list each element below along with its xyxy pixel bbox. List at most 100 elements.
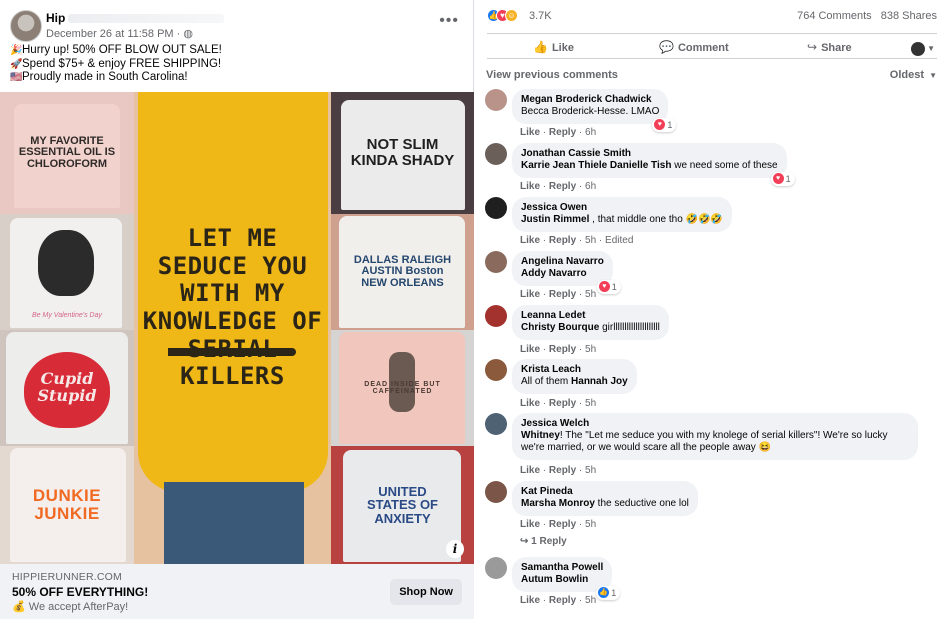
ad-image[interactable]: MY FAVORITE ESSENTIAL OIL IS CHLOROFORM …: [0, 92, 474, 564]
comment-reply-link[interactable]: Reply: [549, 127, 576, 138]
avatar[interactable]: [485, 251, 507, 273]
avatar[interactable]: [485, 143, 507, 165]
comment-like-link[interactable]: Like: [520, 127, 540, 138]
comment-time[interactable]: 5h: [585, 465, 596, 476]
mention-tag[interactable]: Karrie Jean Thiele Danielle Tish: [521, 160, 671, 171]
comment-like-link[interactable]: Like: [520, 181, 540, 192]
ad-post: Hip December 26 at 11:58 PM · ◍ ••• 🎉Hur…: [0, 0, 474, 619]
comment-author[interactable]: Samantha Powell: [521, 562, 603, 574]
mention-tag[interactable]: Whitney: [521, 430, 560, 441]
comment-like-link[interactable]: Like: [520, 289, 540, 300]
avatar[interactable]: [485, 481, 507, 503]
comment-time[interactable]: 5h: [585, 344, 596, 355]
redacted-name-blur: [68, 14, 224, 23]
share-button[interactable]: ↪ Share: [807, 34, 852, 60]
comment-like-link[interactable]: Like: [520, 235, 540, 246]
tile-text: Cupid Stupid: [37, 369, 97, 405]
reaction-icons[interactable]: 👍 ♥ ☺: [487, 9, 518, 25]
comment-like-link[interactable]: Like: [520, 344, 540, 355]
edited-label[interactable]: Edited: [605, 235, 633, 246]
comment-reply-link[interactable]: Reply: [549, 398, 576, 409]
reaction-count: 1: [667, 120, 673, 130]
view-replies-link[interactable]: ↪ 1 Reply: [520, 536, 567, 547]
mention-tag[interactable]: Autum Bowlin: [521, 574, 588, 585]
more-options-icon[interactable]: •••: [439, 12, 459, 30]
thumbs-up-icon: 👍: [533, 40, 548, 54]
comment-author[interactable]: Krista Leach: [521, 364, 628, 376]
comment-time[interactable]: 6h: [585, 181, 596, 192]
comment-reaction[interactable]: ♥ 1: [652, 118, 677, 132]
profile-switcher[interactable]: ▼: [911, 40, 935, 58]
avatar[interactable]: [485, 413, 507, 435]
comment-reaction[interactable]: ♥ 1: [770, 172, 795, 186]
page-avatar[interactable]: [10, 10, 42, 42]
comment-like-link[interactable]: Like: [520, 595, 540, 606]
like-button[interactable]: 👍 Like: [533, 34, 574, 60]
comment-reaction[interactable]: 👍 1: [596, 586, 621, 600]
sort-dropdown[interactable]: Oldest ▼: [890, 69, 937, 81]
comment-like-link[interactable]: Like: [520, 465, 540, 476]
mention-tag[interactable]: Addy Navarro: [521, 268, 587, 279]
mention-tag[interactable]: Marsha Monroy: [521, 498, 595, 509]
comment-button[interactable]: 💬 Comment: [659, 34, 729, 60]
rocket-icon: 🚀: [10, 58, 23, 70]
avatar[interactable]: [485, 197, 507, 219]
avatar[interactable]: [485, 359, 507, 381]
mention-tag[interactable]: Becca Broderick-Hesse.: [521, 106, 628, 117]
timestamp-text[interactable]: December 26 at 11:58 PM ·: [46, 28, 183, 40]
comment-time[interactable]: 5h: [585, 235, 596, 246]
comment-count[interactable]: 764 Comments: [797, 10, 872, 22]
comment-reply-link[interactable]: Reply: [549, 595, 576, 606]
comment-bubble: Kat Pineda Marsha Monroy the seductive o…: [512, 481, 698, 516]
ad-cta-bar[interactable]: HIPPIERUNNER.COM 50% OFF EVERYTHING! 💰 W…: [0, 564, 474, 619]
mention-tag[interactable]: Hannah Joy: [571, 376, 628, 387]
reaction-stats: 👍 ♥ ☺ 3.7K 764 Comments 838 Shares: [487, 9, 937, 25]
avatar[interactable]: [485, 557, 507, 579]
comment-reaction[interactable]: ♥ 1: [596, 280, 621, 294]
comment-author[interactable]: Leanna Ledet: [521, 310, 660, 322]
page-name[interactable]: Hip: [46, 11, 65, 25]
comment-meta: Like · Reply · 5h: [520, 595, 597, 606]
comment-reply-link[interactable]: Reply: [549, 465, 576, 476]
comment-text: Justin Rimmel , that middle one tho 🤣🤣🤣: [521, 214, 723, 226]
view-previous-comments[interactable]: View previous comments: [486, 69, 618, 81]
center-shirt-text: LET ME SEDUCE YOU WITH MY KNOWLEDGE OF S…: [142, 224, 323, 391]
comment-author[interactable]: Jessica Owen: [521, 202, 723, 214]
comment-time[interactable]: 5h: [585, 289, 596, 300]
sort-label: Oldest: [889, 69, 925, 81]
info-icon[interactable]: i: [446, 540, 464, 558]
comment-reply-link[interactable]: Reply: [549, 235, 576, 246]
comment-author[interactable]: Megan Broderick Chadwick: [521, 94, 659, 106]
speech-bubble-icon: 💬: [659, 40, 674, 54]
comment-time[interactable]: 6h: [585, 127, 596, 138]
knife-graphic: [168, 348, 296, 356]
comment-like-link[interactable]: Like: [520, 519, 540, 530]
replies-label: 1 Reply: [531, 536, 567, 547]
comment-meta: Like · Reply · 5h · Edited: [520, 235, 634, 246]
comment-reply-link[interactable]: Reply: [549, 344, 576, 355]
comment-reply-link[interactable]: Reply: [549, 181, 576, 192]
reaction-count[interactable]: 3.7K: [529, 10, 552, 22]
comment-author[interactable]: Angelina Navarro: [521, 256, 604, 268]
comment-time[interactable]: 5h: [585, 595, 596, 606]
comment-author[interactable]: Kat Pineda: [521, 486, 689, 498]
comment-body: we need some of these: [671, 160, 778, 171]
cta-headline[interactable]: 50% OFF EVERYTHING!: [12, 585, 148, 599]
comment-time[interactable]: 5h: [585, 398, 596, 409]
mention-tag[interactable]: Justin Rimmel: [521, 214, 589, 225]
comments-controls: View previous comments Oldest ▼: [486, 69, 937, 83]
shop-now-button[interactable]: Shop Now: [390, 579, 462, 605]
comment-author[interactable]: Jonathan Cassie Smith: [521, 148, 778, 160]
avatar[interactable]: [485, 305, 507, 327]
comment-reply-link[interactable]: Reply: [549, 519, 576, 530]
comment-author[interactable]: Jessica Welch: [521, 418, 909, 430]
cta-domain: HIPPIERUNNER.COM: [12, 571, 122, 583]
mention-tag[interactable]: Christy Bourque: [521, 322, 599, 333]
share-label: Share: [821, 42, 852, 54]
post-timestamp[interactable]: December 26 at 11:58 PM · ◍: [46, 27, 193, 40]
share-count[interactable]: 838 Shares: [881, 10, 937, 22]
comment-time[interactable]: 5h: [585, 519, 596, 530]
avatar[interactable]: [485, 89, 507, 111]
comment-like-link[interactable]: Like: [520, 398, 540, 409]
comment-reply-link[interactable]: Reply: [549, 289, 576, 300]
